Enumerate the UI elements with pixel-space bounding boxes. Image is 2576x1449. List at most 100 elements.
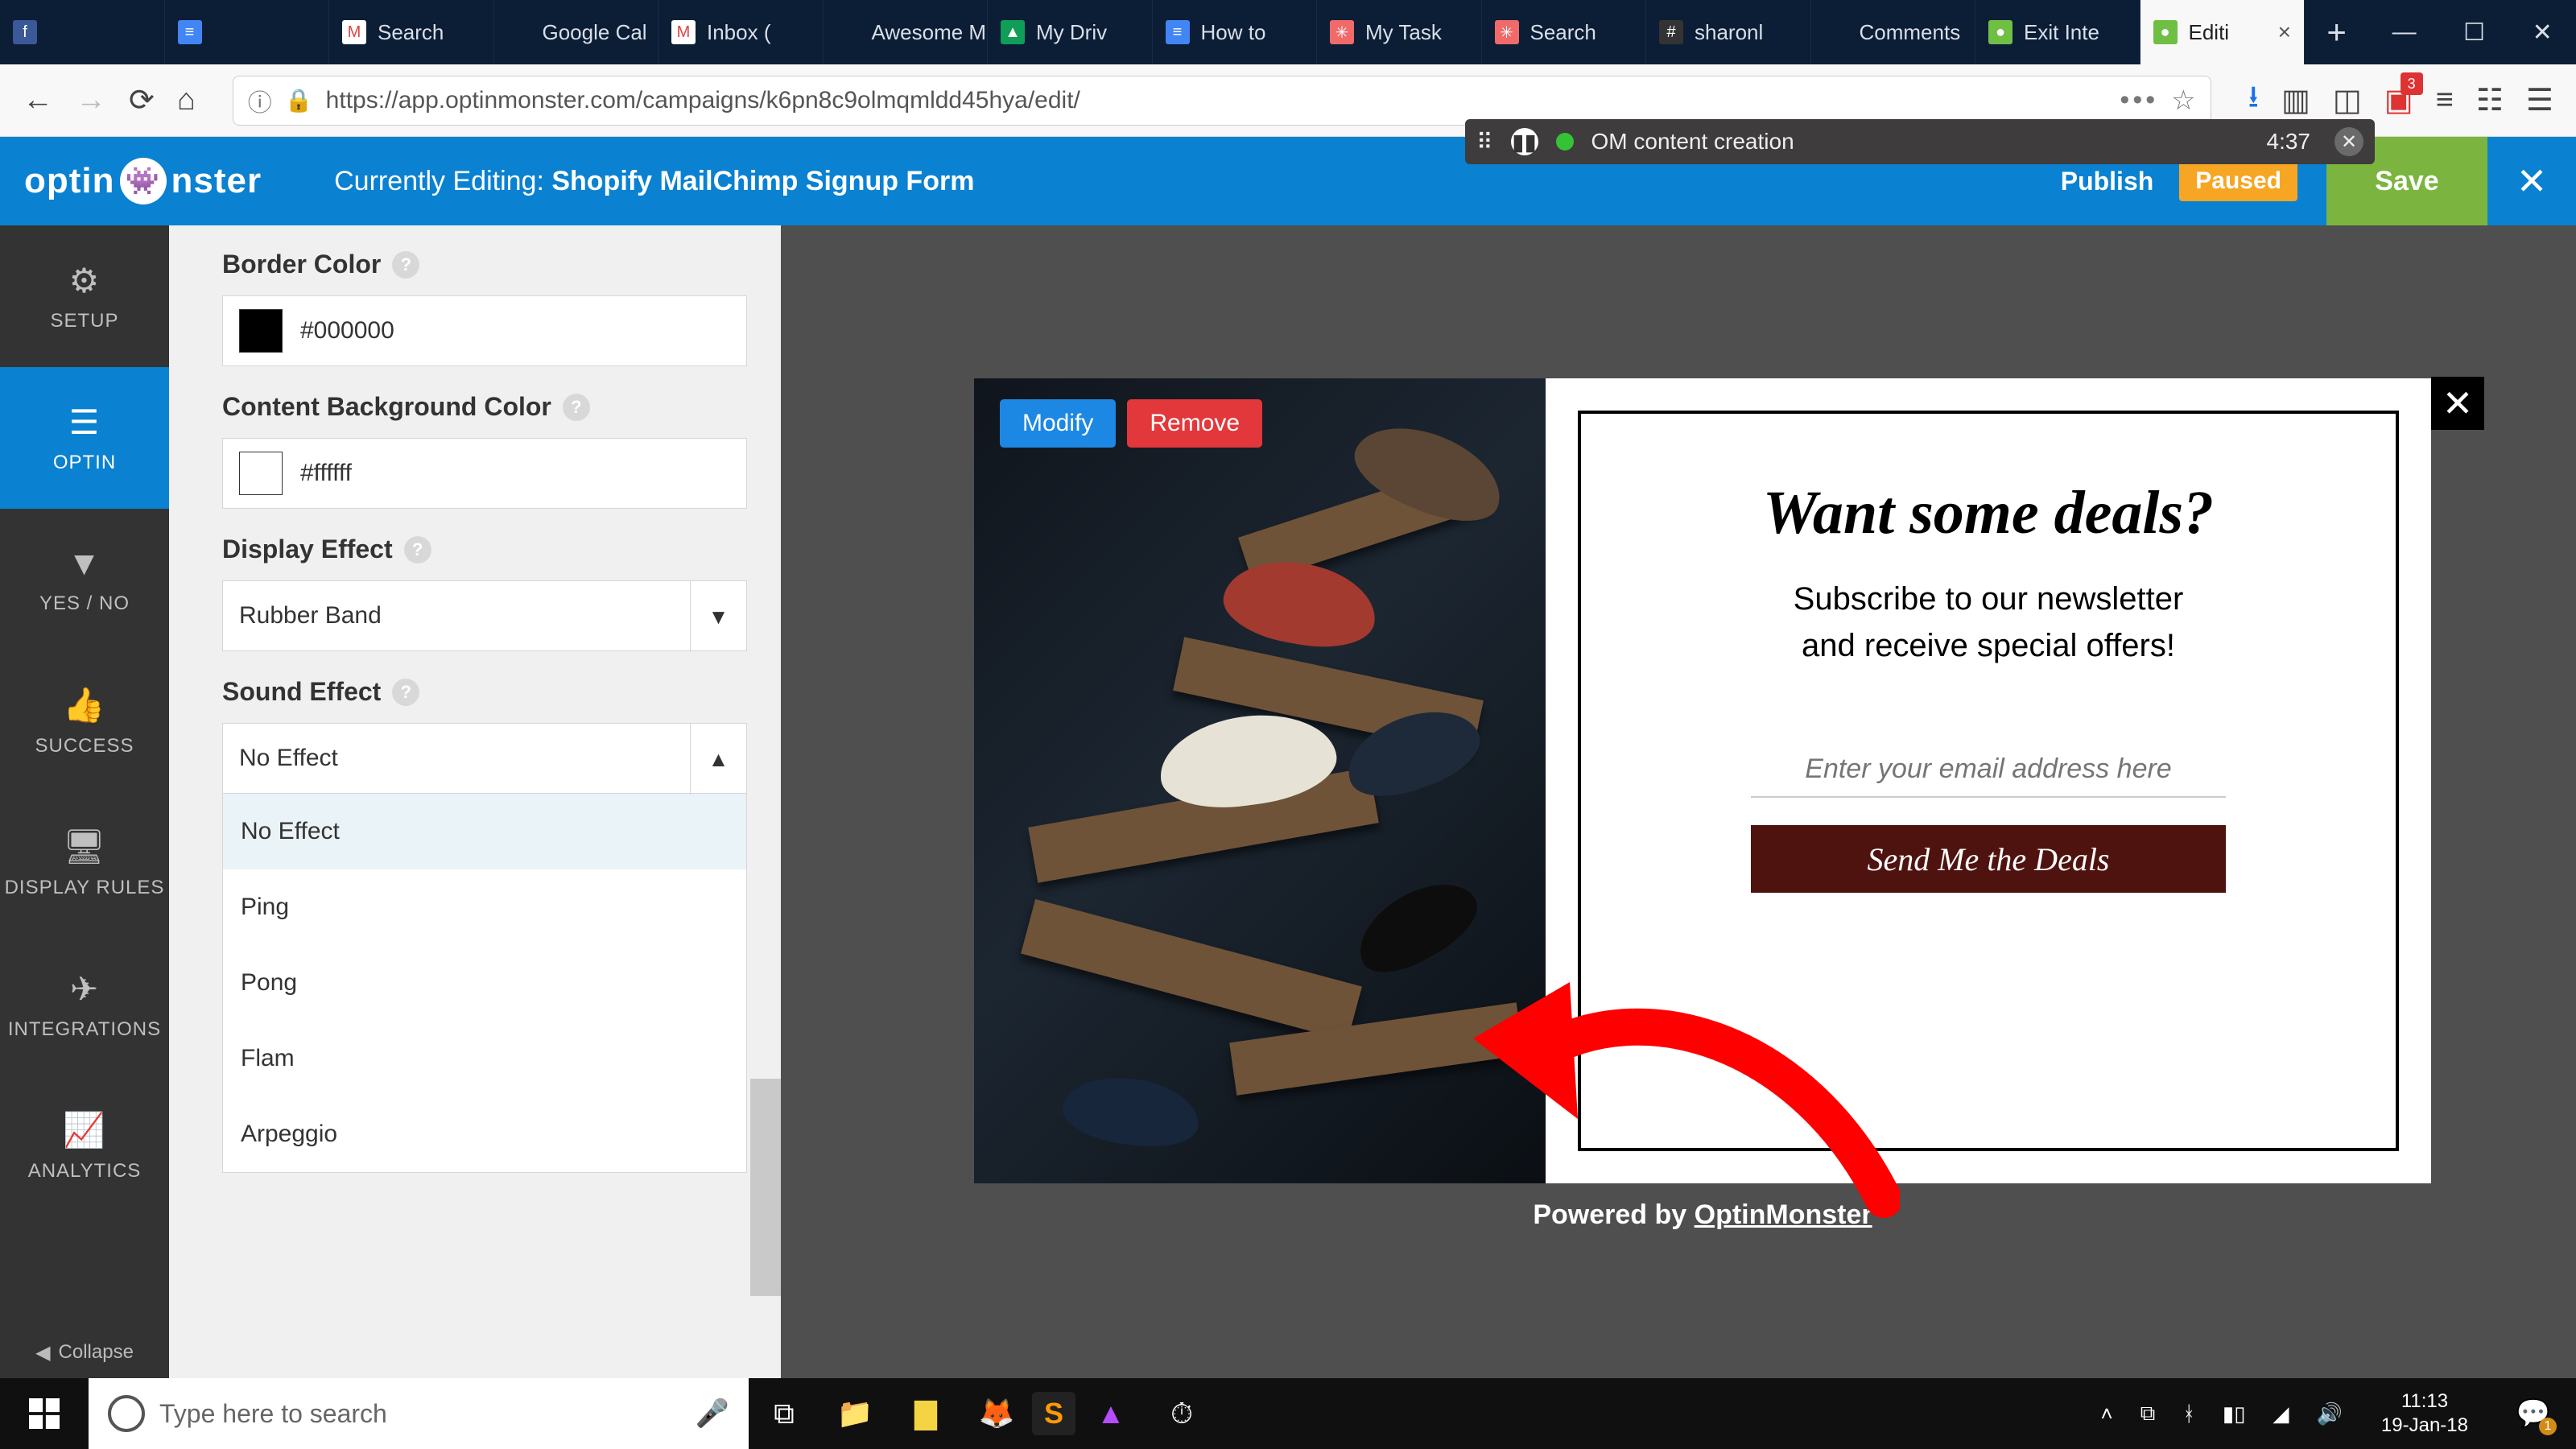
color-swatch[interactable] <box>239 309 283 353</box>
buffer-icon[interactable]: ☷ <box>2476 82 2504 118</box>
taskbar-app-firefox[interactable]: 🦊 <box>961 1378 1032 1449</box>
extension-icon[interactable]: ≡ <box>2436 83 2454 118</box>
address-bar[interactable]: ⓘ 🔒 https://app.optinmonster.com/campaig… <box>233 76 2211 126</box>
sound-effect-select[interactable]: No Effect▲ <box>222 723 747 794</box>
dropdown-option[interactable]: Arpeggio <box>223 1096 746 1172</box>
lastpass-icon[interactable]: ▣3 <box>2384 82 2413 118</box>
sidebar-icon[interactable]: ◫ <box>2333 82 2362 118</box>
powered-by-link[interactable]: OptinMonster <box>1695 1199 1872 1230</box>
page-actions-icon[interactable]: ••• <box>2120 85 2158 116</box>
help-icon[interactable]: ? <box>392 679 419 706</box>
action-center-icon[interactable]: 💬1 <box>2507 1387 2560 1440</box>
back-button[interactable]: ← <box>23 83 53 118</box>
border-color-field[interactable]: #000000 <box>222 295 747 366</box>
status-badge-paused[interactable]: Paused <box>2179 161 2297 201</box>
sidebar-item-success[interactable]: 👍SUCCESS <box>0 650 169 792</box>
browser-tab[interactable]: ●Exit Inte <box>1975 0 2140 64</box>
pause-recording-icon[interactable]: ▮▮ <box>1511 128 1538 155</box>
site-info-icon[interactable]: ⓘ <box>248 83 272 118</box>
browser-tab-active[interactable]: ●Editi× <box>2140 0 2306 64</box>
battery-icon[interactable]: ▮▯ <box>2223 1402 2246 1426</box>
sidebar-item-integrations[interactable]: ✈INTEGRATIONS <box>0 934 169 1075</box>
popup-preview[interactable]: Want some deals? Subscribe to our newsle… <box>974 378 2431 1183</box>
reload-button[interactable]: ⟳ <box>129 82 155 118</box>
popup-image[interactable] <box>974 378 1546 1183</box>
dropdown-option[interactable]: No Effect <box>223 794 746 869</box>
taskbar-clock[interactable]: 11:1319-Jan-18 <box>2370 1389 2479 1438</box>
screen-recorder-bar[interactable]: ⠿ ▮▮ OM content creation 4:37 ✕ <box>1465 119 2375 164</box>
browser-tab[interactable]: #sharonl <box>1646 0 1811 64</box>
sidebar-item-yesno[interactable]: ▼YES / NO <box>0 509 169 650</box>
minimize-icon[interactable]: — <box>2392 19 2417 46</box>
browser-tab[interactable]: ≡ <box>165 0 330 64</box>
browser-tab[interactable]: Comments <box>1811 0 1976 64</box>
dropdown-option[interactable]: Pong <box>223 945 746 1021</box>
browser-tab[interactable]: Awesome M <box>824 0 989 64</box>
volume-icon[interactable]: 🔊 <box>2317 1402 2343 1426</box>
dropdown-option[interactable]: Ping <box>223 869 746 945</box>
optinmonster-logo[interactable]: optin👾nster <box>24 158 262 204</box>
start-button[interactable] <box>0 1398 89 1429</box>
forward-button[interactable]: → <box>76 83 106 118</box>
popup-email-input[interactable] <box>1751 741 2226 798</box>
grip-icon[interactable]: ⠿ <box>1476 129 1493 155</box>
taskbar-app-pomodoro[interactable]: ⏱ <box>1146 1378 1217 1449</box>
bg-color-field[interactable]: #ffffff <box>222 438 747 509</box>
sidebar-item-display-rules[interactable]: 🖥DISPLAY RULES <box>0 792 169 934</box>
task-view-button[interactable]: ⧉ <box>749 1378 819 1449</box>
lock-icon: 🔒 <box>285 87 313 114</box>
browser-tab[interactable]: ≡How to <box>1153 0 1318 64</box>
close-tab-icon[interactable]: × <box>2278 19 2291 45</box>
popup-content-area[interactable]: Want some deals? Subscribe to our newsle… <box>1546 378 2431 1183</box>
publish-button[interactable]: Publish <box>2040 167 2175 196</box>
tray-chevron-icon[interactable]: ˄ <box>2101 1402 2113 1426</box>
display-effect-select[interactable]: Rubber Band▼ <box>222 580 747 651</box>
browser-tab[interactable]: ✳My Task <box>1317 0 1482 64</box>
popup-subtext[interactable]: Subscribe to our newsletterand receive s… <box>1794 576 2184 669</box>
browser-tab[interactable]: Google Cal <box>494 0 659 64</box>
library-icon[interactable]: ▥ <box>2281 82 2310 118</box>
popup-cta-button[interactable]: Send Me the Deals <box>1751 825 2226 893</box>
browser-tab[interactable]: ✳Search <box>1482 0 1647 64</box>
help-icon[interactable]: ? <box>563 394 590 421</box>
chart-icon: 📈 <box>63 1111 105 1150</box>
sidebar-item-analytics[interactable]: 📈ANALYTICS <box>0 1075 169 1217</box>
browser-tab[interactable]: ▲My Driv <box>988 0 1153 64</box>
dropbox-icon[interactable]: ⧉ <box>2140 1401 2156 1426</box>
help-icon[interactable]: ? <box>404 536 431 564</box>
bookmark-icon[interactable]: ☆ <box>2171 85 2195 117</box>
taskbar-app-affinity[interactable]: ▲ <box>1075 1378 1146 1449</box>
dropdown-option[interactable]: Flam <box>223 1021 746 1096</box>
color-swatch[interactable] <box>239 452 283 495</box>
panel-scrollbar[interactable] <box>750 225 781 1378</box>
browser-tab[interactable]: f <box>0 0 165 64</box>
taskbar-app-explorer[interactable]: 📁 <box>819 1378 890 1449</box>
home-button[interactable]: ⌂ <box>177 83 196 118</box>
modify-button[interactable]: Modify <box>1000 399 1116 448</box>
mic-icon[interactable]: 🎤 <box>696 1397 729 1430</box>
close-window-icon[interactable]: ✕ <box>2533 19 2553 47</box>
sidebar-item-optin[interactable]: ☰OPTIN <box>0 367 169 509</box>
popup-headline[interactable]: Want some deals? <box>1763 478 2214 548</box>
new-tab-button[interactable]: + <box>2305 0 2368 64</box>
help-icon[interactable]: ? <box>392 251 419 279</box>
display-effect-label: Display Effect? <box>222 535 747 564</box>
taskbar-app-sublime[interactable]: S <box>1032 1392 1075 1435</box>
close-editor-button[interactable]: ✕ <box>2487 137 2576 225</box>
stop-recording-icon[interactable]: ✕ <box>2334 127 2363 156</box>
gear-icon: ⚙ <box>69 261 101 300</box>
docs-icon: ≡ <box>1166 20 1190 44</box>
taskbar-app-sticky[interactable]: ▇ <box>890 1378 961 1449</box>
editor-canvas[interactable]: Want some deals? Subscribe to our newsle… <box>781 225 2576 1378</box>
taskbar-search[interactable]: Type here to search 🎤 <box>89 1378 749 1449</box>
popup-close-icon[interactable]: ✕ <box>2431 377 2484 430</box>
browser-tab[interactable]: MSearch <box>329 0 494 64</box>
sidebar-item-setup[interactable]: ⚙SETUP <box>0 225 169 367</box>
collapse-sidebar-button[interactable]: ◀Collapse <box>0 1327 169 1378</box>
menu-icon[interactable]: ☰ <box>2526 82 2553 118</box>
browser-tab[interactable]: MInbox ( <box>658 0 824 64</box>
maximize-icon[interactable]: ☐ <box>2463 19 2485 47</box>
remove-button[interactable]: Remove <box>1127 399 1262 448</box>
wifi-icon[interactable]: ◢ <box>2273 1402 2289 1426</box>
bluetooth-icon[interactable]: ᚼ <box>2182 1402 2195 1426</box>
